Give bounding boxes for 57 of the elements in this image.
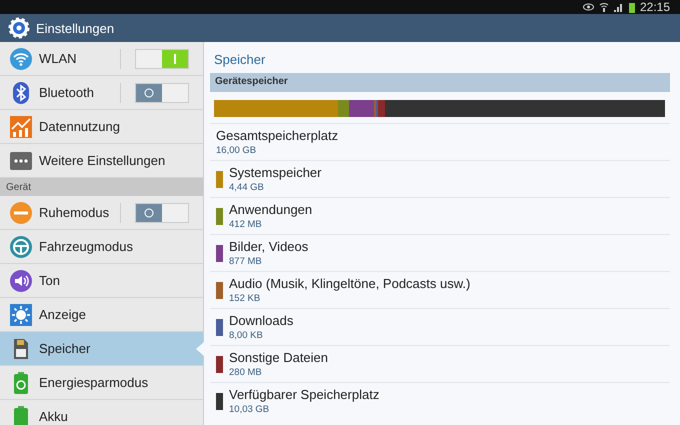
item-label: Energiesparmodus — [39, 375, 148, 390]
storage-value: 280 MB — [229, 367, 263, 378]
toggle-switch[interactable] — [135, 82, 189, 102]
steering-wheel-icon — [9, 234, 33, 258]
item-label: Datennutzung — [39, 119, 120, 134]
wifi-icon — [598, 2, 609, 12]
item-label: Speicher — [39, 341, 90, 356]
speaker-icon — [9, 268, 33, 292]
settings-item[interactable]: Datennutzung — [0, 110, 203, 144]
storage-label: Bilder, Videos — [229, 239, 308, 254]
storage-value: 152 KB — [229, 293, 262, 304]
item-label: Anzeige — [39, 307, 86, 322]
settings-item[interactable]: Bluetooth — [0, 76, 203, 110]
storage-label: Gesamtspeicherplatz — [216, 128, 338, 143]
item-label: Ruhemodus — [39, 205, 110, 220]
settings-item[interactable]: Ruhemodus — [0, 196, 203, 230]
storage-label: Systemspeicher — [229, 165, 322, 180]
storage-label: Audio (Musik, Klingeltöne, Podcasts usw.) — [229, 276, 470, 291]
wifi-icon — [9, 46, 33, 70]
storage-label: Downloads — [229, 313, 294, 328]
battery-icon — [628, 2, 635, 12]
section-header: Gerät — [0, 178, 203, 196]
section-header: Gerätespeicher — [210, 73, 670, 92]
settings-item[interactable]: Akku — [0, 400, 203, 425]
item-label: Bluetooth — [39, 85, 94, 100]
page-title: Speicher — [213, 51, 266, 69]
status-time: 22:15 — [640, 0, 670, 14]
toggle-switch[interactable] — [135, 48, 189, 68]
settings-item[interactable]: Speicher — [0, 332, 203, 366]
gear-icon — [8, 17, 30, 39]
settings-item[interactable]: Ton — [0, 264, 203, 298]
storage-label: Sonstige Dateien — [229, 350, 328, 365]
storage-value: 8,00 KB — [229, 330, 264, 341]
off-circle-icon — [144, 208, 154, 218]
settings-item[interactable]: Fahrzeugmodus — [0, 230, 203, 264]
app-title: Einstellungen — [36, 20, 114, 36]
storage-value: 16,00 GB — [216, 145, 258, 156]
storage-label: Verfügbarer Speicherplatz — [229, 387, 380, 402]
storage-value: 877 MB — [229, 256, 263, 267]
storage-value: 10,03 GB — [229, 404, 270, 415]
signal-icon — [614, 2, 624, 12]
storage-label: Anwendungen — [229, 202, 312, 217]
item-label: Weitere Einstellungen — [39, 153, 166, 168]
toggle-switch[interactable] — [135, 202, 189, 222]
eye-icon — [582, 3, 594, 11]
item-label: Fahrzeugmodus — [39, 239, 133, 254]
minus-circle-icon — [9, 200, 33, 224]
item-label: Akku — [39, 409, 68, 424]
storage-value: 412 MB — [229, 219, 263, 230]
item-label: WLAN — [39, 51, 77, 66]
storage-value: 4,44 GB — [229, 182, 265, 193]
item-label: Ton — [39, 273, 60, 288]
chart-icon — [9, 114, 33, 138]
off-circle-icon — [144, 88, 154, 98]
settings-item[interactable]: Energiesparmodus — [0, 366, 203, 400]
settings-item[interactable]: WLAN — [0, 42, 203, 76]
brightness-icon — [9, 302, 33, 326]
